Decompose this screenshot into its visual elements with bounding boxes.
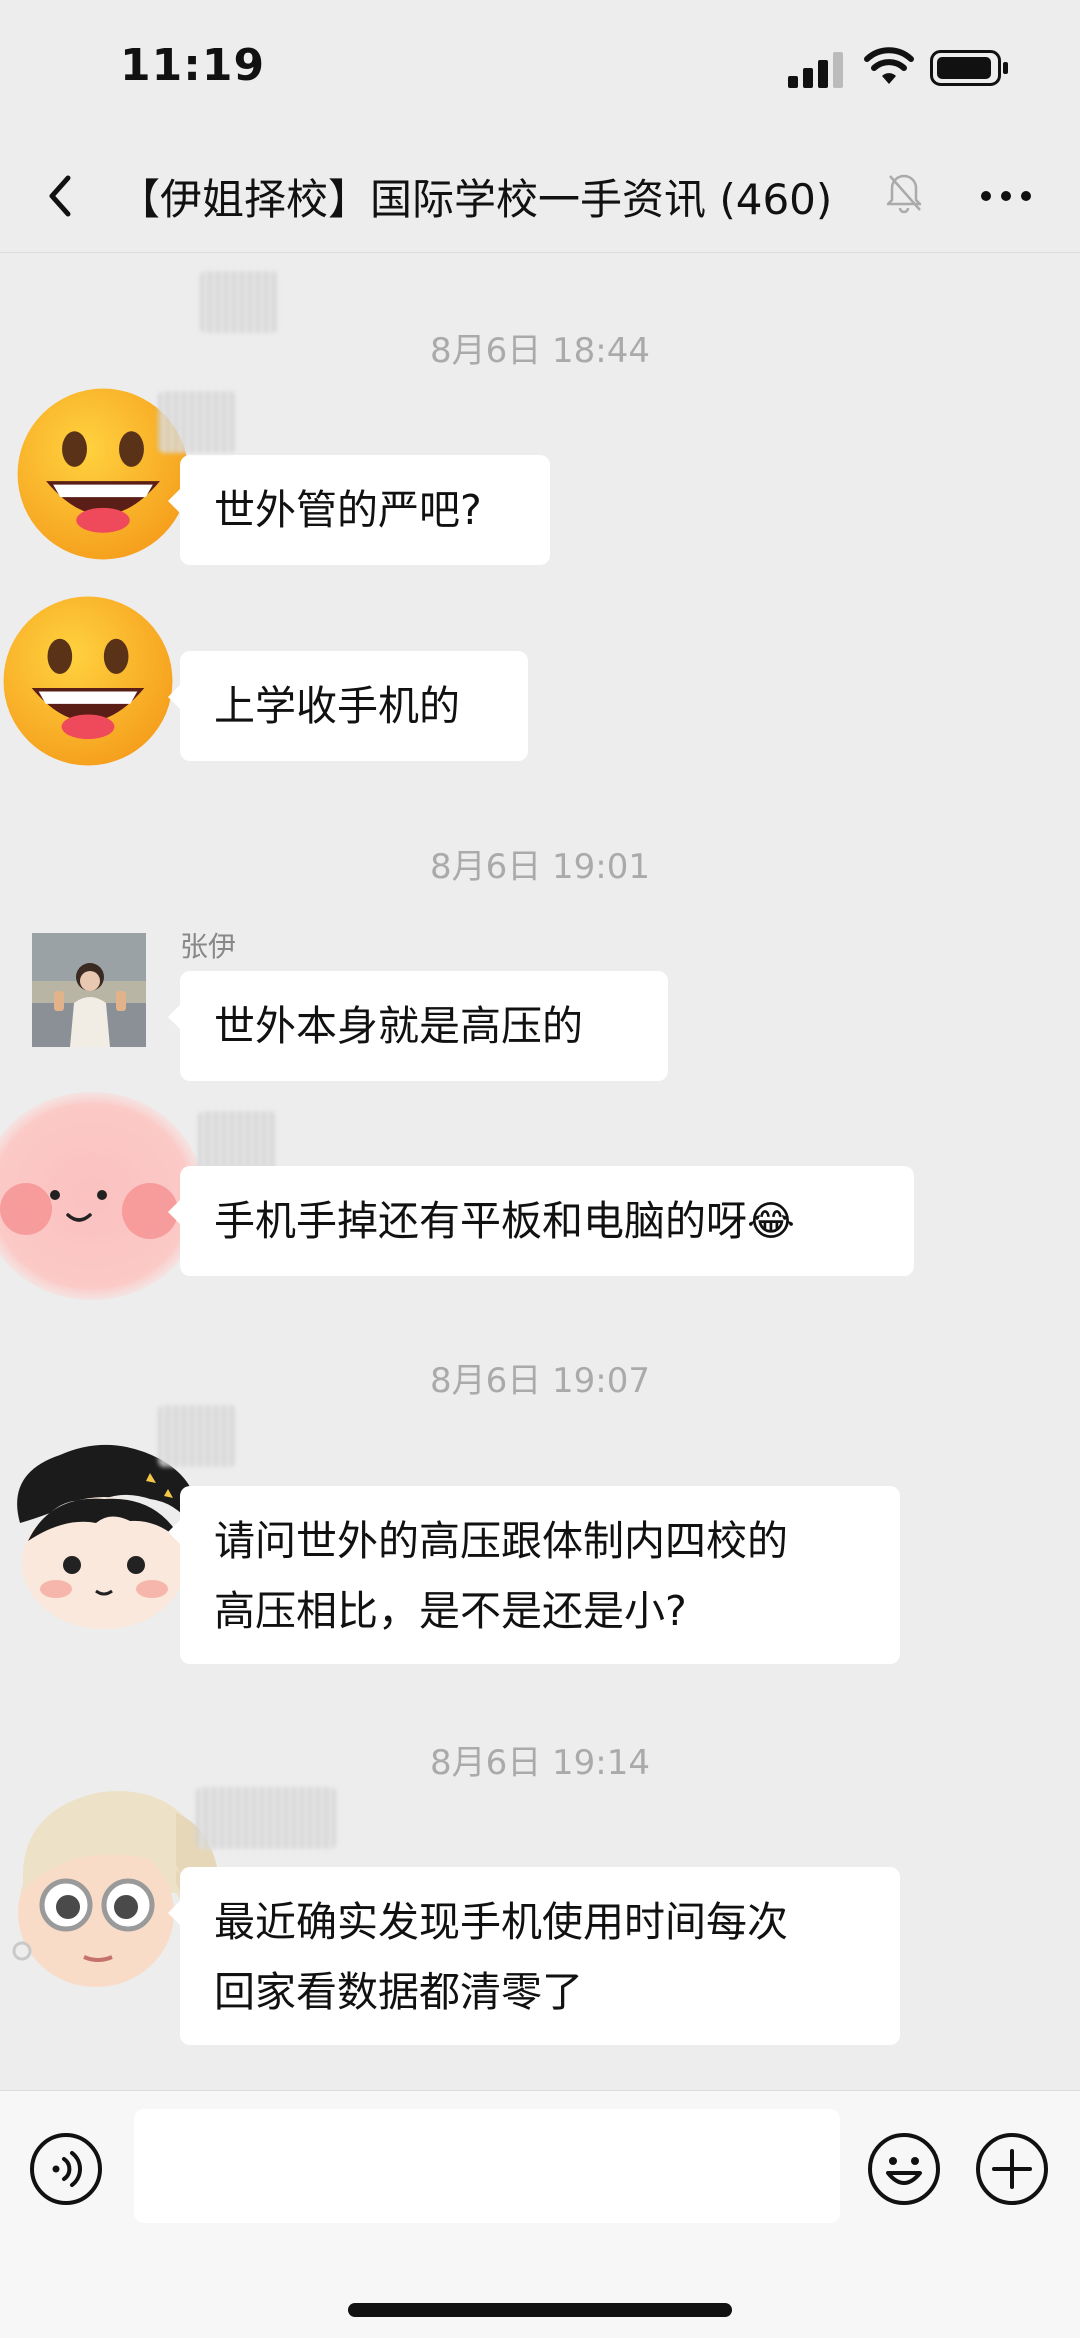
message-line: 回家看数据都清零了 [214, 1968, 583, 2016]
battery-icon [930, 50, 1008, 86]
message-bubble[interactable]: 请问世外的高压跟体制内四校的 高压相比，是不是还是小? [168, 1486, 900, 1664]
home-indicator [348, 2303, 732, 2317]
more-icon[interactable] [970, 164, 1042, 228]
chat-title[interactable]: 【伊姐择校】国际学校一手资讯 (460) [118, 166, 832, 227]
mute-icon [886, 174, 922, 214]
sender-name-blurred [158, 391, 236, 453]
photo-avatar[interactable] [32, 933, 146, 1047]
emoji-avatar[interactable] [0, 593, 176, 769]
wifi-icon [864, 47, 914, 84]
back-icon[interactable] [38, 166, 86, 226]
timestamp: 8月6日 19:07 [429, 1361, 651, 1401]
status-time: 11:19 [120, 40, 266, 91]
sender-name-blurred [198, 1111, 276, 1173]
message-bubble[interactable]: 世外本身就是高压的 [168, 971, 668, 1081]
message-list[interactable]: 8月6日 18:44 世外管的严吧? 上学收手机的 8月6日 19:01 张伊 … [0, 253, 1080, 2083]
sender-name-blurred [196, 1787, 336, 1849]
emoji-icon[interactable] [866, 2131, 942, 2207]
chat-nav-bar: 【伊姐择校】国际学校一手资讯 (460) [0, 140, 1080, 253]
status-bar: 11:19 [0, 0, 1080, 140]
sender-name: 张伊 [180, 930, 237, 963]
timestamp: 8月6日 18:44 [429, 331, 651, 371]
message-bubble[interactable]: 手机手掉还有平板和电脑的呀😂 [168, 1166, 914, 1276]
voice-icon[interactable] [28, 2131, 104, 2207]
message-line: 请问世外的高压跟体制内四校的 [214, 1517, 788, 1565]
message-bubble[interactable]: 最近确实发现手机使用时间每次 回家看数据都清零了 [168, 1867, 900, 2045]
sender-name-blurred [158, 1405, 236, 1467]
timestamp: 8月6日 19:01 [429, 847, 651, 887]
message-line: 最近确实发现手机使用时间每次 [214, 1898, 788, 1946]
message-bubble[interactable]: 世外管的严吧? [168, 455, 550, 565]
message-input[interactable] [134, 2109, 840, 2223]
sender-name-blurred [200, 271, 278, 333]
signal-icon [788, 52, 843, 88]
plus-icon[interactable] [974, 2131, 1050, 2207]
message-bubble[interactable]: 上学收手机的 [168, 651, 528, 761]
input-bar [0, 2090, 1080, 2338]
message-line: 高压相比，是不是还是小? [214, 1587, 687, 1635]
